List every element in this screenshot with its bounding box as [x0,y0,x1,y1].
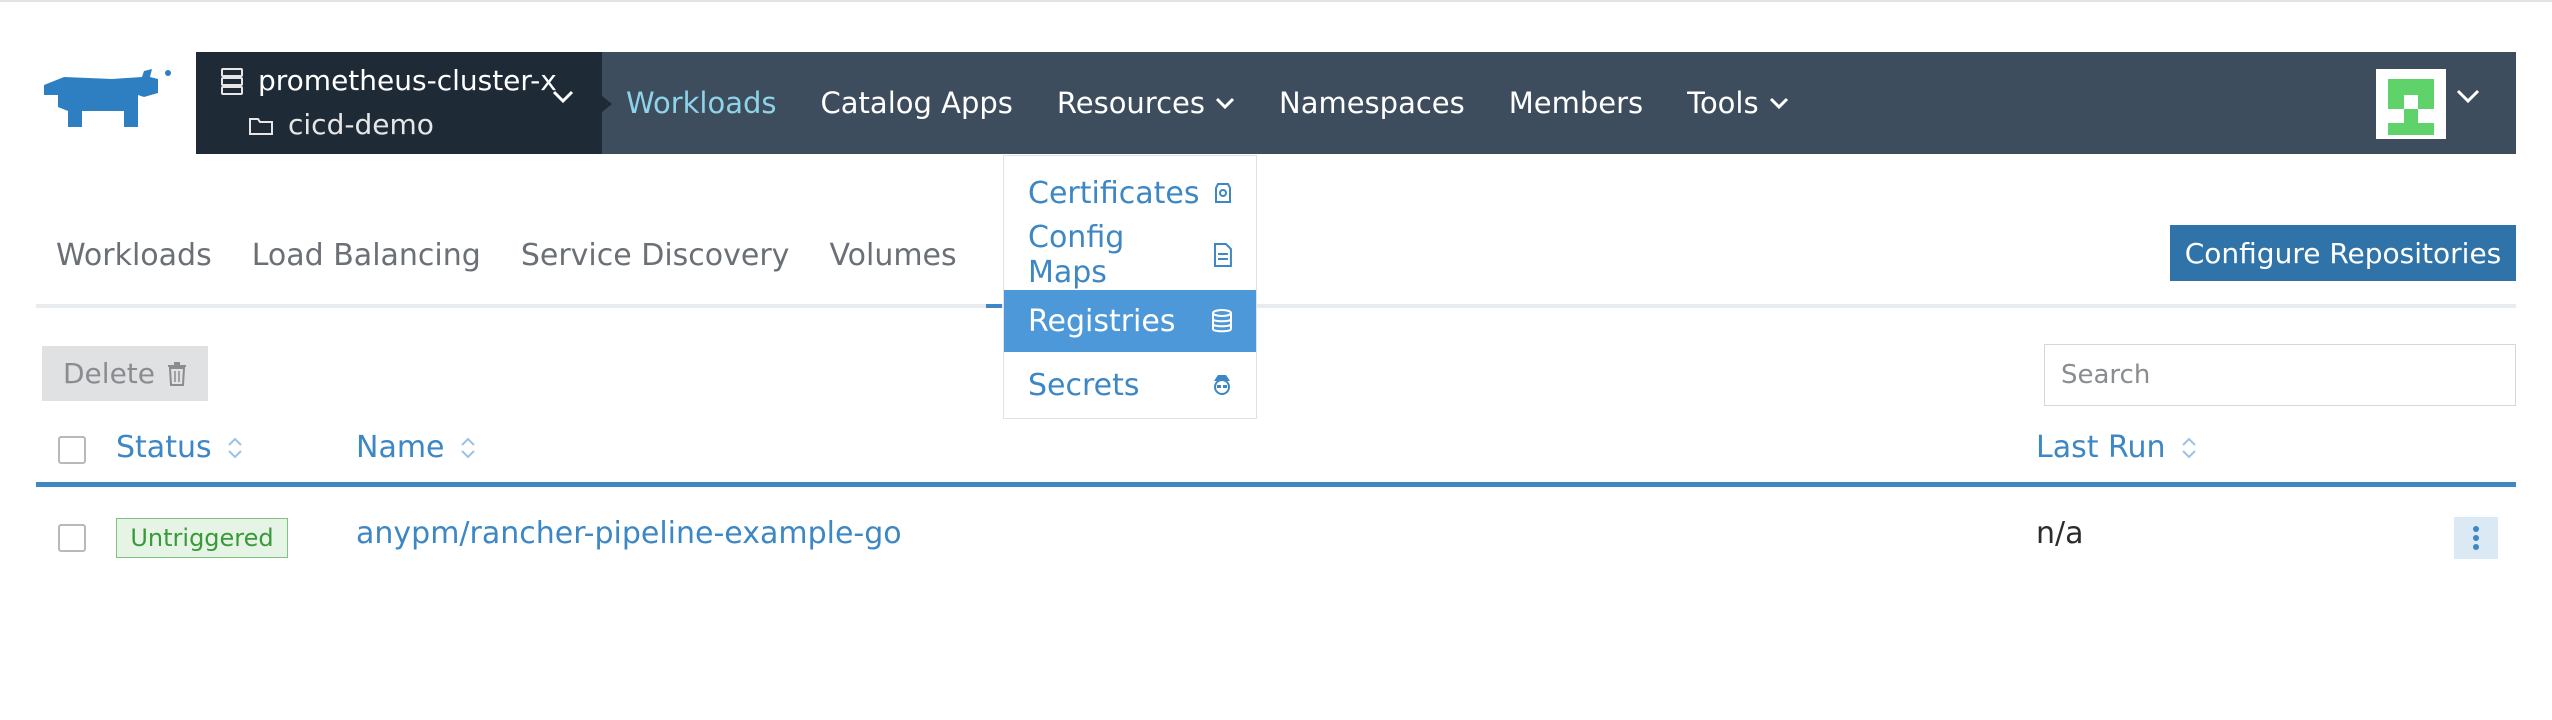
nav-label: Workloads [626,86,777,120]
nav-label: Members [1508,86,1644,120]
column-header-name[interactable]: Name [356,430,477,465]
search-input[interactable] [2044,344,2516,406]
column-header-last-run[interactable]: Last Run [2036,430,2198,465]
menu-item-certificates[interactable]: Certificates [1004,162,1256,224]
subtab-volumes[interactable]: Volumes [809,224,976,287]
resources-dropdown-menu: Certificates Config Maps Registries Secr… [1003,155,1257,419]
kebab-menu-icon [2473,526,2479,550]
column-header-status[interactable]: Status [116,430,244,465]
nav-catalog-apps[interactable]: Catalog Apps [799,52,1035,154]
subtab-service-discovery[interactable]: Service Discovery [501,224,810,287]
nav-tools[interactable]: Tools [1665,52,1810,154]
certificate-icon [1215,183,1231,203]
database-icon [1212,309,1232,333]
rancher-logo-icon[interactable] [34,67,174,137]
delete-button[interactable]: Delete [42,346,208,401]
column-label: Status [116,430,212,465]
sort-icon [227,437,242,458]
configure-repositories-button[interactable]: Configure Repositories [2170,225,2516,281]
menu-item-label: Secrets [1028,367,1140,403]
user-avatar[interactable] [2376,69,2446,139]
nav-label: Namespaces [1279,86,1465,120]
pipeline-name-link[interactable]: anypm/rancher-pipeline-example-go [356,516,902,551]
row-checkbox[interactable] [58,524,86,552]
last-run-value: n/a [2036,516,2084,551]
document-icon [1214,243,1233,267]
status-badge: Untriggered [116,518,288,558]
column-label: Name [356,430,445,465]
project-name: cicd-demo [288,108,434,141]
subtab-workloads[interactable]: Workloads [36,224,232,287]
delete-label: Delete [63,357,155,390]
menu-item-label: Certificates [1028,175,1200,211]
menu-item-label: Registries [1028,303,1176,339]
menu-item-registries[interactable]: Registries [1004,290,1256,352]
nav-members[interactable]: Members [1487,52,1665,154]
subtab-load-balancing[interactable]: Load Balancing [232,224,501,287]
user-menu-chevron-icon[interactable] [2456,88,2480,104]
active-tab-indicator [986,304,1002,308]
workload-subtabs: Workloads Load Balancing Service Discove… [36,224,977,287]
secret-agent-icon [1214,375,1230,395]
table-header-divider [36,482,2516,487]
server-icon [221,67,243,95]
sort-icon [460,437,475,458]
subtabs-divider [36,304,2516,308]
menu-item-label: Config Maps [1028,220,1125,290]
chevron-down-icon [1769,97,1788,109]
row-actions-button[interactable] [2454,517,2498,559]
nav-resources[interactable]: Resources [1035,52,1257,154]
select-all-checkbox[interactable] [58,436,86,464]
avatar-identicon [2388,79,2434,135]
cluster-name: prometheus-cluster-x [258,64,557,97]
menu-item-config-maps[interactable]: Config Maps [1004,220,1256,290]
main-nav: Workloads Catalog Apps Resources Namespa… [604,52,1811,154]
nav-label: Tools [1687,86,1759,120]
trash-icon [168,361,186,386]
chevron-down-icon [552,90,574,104]
nav-label: Resources [1056,86,1205,120]
folder-icon [249,117,273,135]
column-label: Last Run [2036,430,2166,465]
menu-item-secrets[interactable]: Secrets [1004,354,1256,416]
nav-namespaces[interactable]: Namespaces [1257,52,1487,154]
sort-icon [2181,437,2196,458]
nav-label: Catalog Apps [820,86,1013,120]
cluster-project-switcher[interactable]: prometheus-cluster-x cicd-demo [196,52,602,154]
chevron-down-icon [1215,97,1235,109]
nav-workloads[interactable]: Workloads [604,52,799,154]
top-border [0,0,2552,4]
